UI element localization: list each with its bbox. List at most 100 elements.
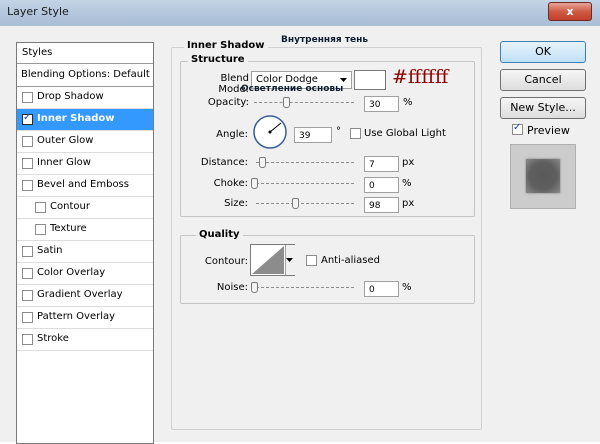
contour-label: Contour: bbox=[204, 256, 248, 267]
opacity-unit: % bbox=[403, 97, 413, 108]
style-item-label: Inner Shadow bbox=[37, 113, 115, 124]
style-item-label: Color Overlay bbox=[37, 267, 106, 278]
style-item-pattern-overlay[interactable]: Pattern Overlay bbox=[17, 307, 153, 329]
noise-unit: % bbox=[402, 282, 412, 293]
styles-list: Styles Blending Options: Default Drop Sh… bbox=[16, 42, 154, 444]
style-preview-thumbnail bbox=[510, 144, 576, 209]
title-bar: Layer Style x bbox=[0, 0, 600, 26]
style-item-outer-glow[interactable]: Outer Glow bbox=[17, 131, 153, 153]
window-title: Layer Style bbox=[7, 5, 69, 18]
size-label: Size: bbox=[224, 198, 248, 209]
size-input[interactable]: 98 bbox=[364, 197, 399, 213]
angle-unit: ° bbox=[336, 126, 341, 137]
style-item-label: Inner Glow bbox=[37, 157, 91, 168]
style-item-texture[interactable]: Texture bbox=[17, 219, 153, 241]
style-item-checkbox[interactable] bbox=[35, 202, 46, 213]
style-item-checkbox[interactable] bbox=[22, 136, 33, 147]
size-unit: px bbox=[402, 198, 415, 209]
distance-unit: px bbox=[402, 157, 415, 168]
styles-header[interactable]: Styles bbox=[17, 43, 153, 64]
contour-picker[interactable] bbox=[250, 244, 295, 276]
opacity-label: Opacity: bbox=[207, 97, 249, 108]
style-item-stroke[interactable]: Stroke bbox=[17, 329, 153, 351]
style-item-checkbox[interactable] bbox=[22, 158, 33, 169]
close-icon: x bbox=[566, 5, 574, 18]
style-item-checkbox[interactable] bbox=[22, 246, 33, 257]
anti-aliased-label: Anti-aliased bbox=[321, 255, 381, 266]
color-hex-annotation: #ffffff bbox=[392, 66, 449, 88]
opacity-slider-track bbox=[254, 102, 354, 103]
style-item-label: Satin bbox=[37, 245, 63, 256]
dropdown-arrow-icon bbox=[340, 78, 347, 82]
ok-button[interactable]: OK bbox=[500, 41, 586, 63]
choke-label: Choke: bbox=[213, 178, 248, 189]
inner-shadow-title: Inner Shadow bbox=[184, 40, 268, 51]
preview-label: Preview bbox=[527, 124, 570, 137]
style-item-label: Texture bbox=[50, 223, 87, 234]
dialog-body: Styles Blending Options: Default Drop Sh… bbox=[6, 26, 595, 444]
styles-header-label: Styles bbox=[22, 47, 53, 58]
anti-aliased-checkbox[interactable] bbox=[306, 255, 317, 266]
style-item-contour[interactable]: Contour bbox=[17, 197, 153, 219]
layer-style-dialog: Layer Style x Styles Blending Options: D… bbox=[0, 0, 600, 444]
style-item-label: Pattern Overlay bbox=[37, 311, 116, 322]
use-global-light-checkbox[interactable] bbox=[350, 128, 361, 139]
preview-checkbox[interactable] bbox=[512, 122, 523, 135]
style-item-bevel-and-emboss[interactable]: Bevel and Emboss bbox=[17, 175, 153, 197]
cancel-button[interactable]: Cancel bbox=[500, 69, 586, 91]
distance-input[interactable]: 7 bbox=[364, 156, 399, 172]
style-item-checkbox[interactable] bbox=[22, 312, 33, 323]
opacity-input[interactable]: 30 bbox=[364, 96, 399, 112]
preview-square bbox=[526, 159, 560, 193]
angle-input[interactable]: 39 bbox=[294, 127, 332, 143]
style-item-checkbox[interactable] bbox=[22, 334, 33, 345]
new-style-button[interactable]: New Style... bbox=[500, 97, 586, 119]
noise-slider-track bbox=[256, 287, 354, 288]
choke-slider-track bbox=[256, 183, 354, 184]
distance-label: Distance: bbox=[200, 157, 248, 168]
style-item-checkbox[interactable] bbox=[22, 290, 33, 301]
style-item-checkbox[interactable] bbox=[35, 224, 46, 235]
close-button[interactable]: x bbox=[548, 2, 592, 21]
noise-slider-thumb[interactable] bbox=[251, 282, 258, 293]
style-item-label: Bevel and Emboss bbox=[37, 179, 129, 190]
shadow-color-swatch[interactable] bbox=[354, 70, 386, 90]
size-slider-thumb[interactable] bbox=[292, 198, 299, 209]
contour-curve-icon bbox=[252, 246, 284, 274]
style-item-drop-shadow[interactable]: Drop Shadow bbox=[17, 87, 153, 109]
style-item-inner-glow[interactable]: Inner Glow bbox=[17, 153, 153, 175]
style-item-color-overlay[interactable]: Color Overlay bbox=[17, 263, 153, 285]
style-item-label: Outer Glow bbox=[37, 135, 94, 146]
angle-label: Angle: bbox=[216, 129, 248, 140]
style-item-inner-shadow[interactable]: Inner Shadow bbox=[17, 109, 153, 131]
style-item-checkbox[interactable] bbox=[22, 268, 33, 279]
angle-dial-icon[interactable] bbox=[252, 114, 288, 150]
structure-title: Structure bbox=[188, 54, 248, 65]
style-item-checkbox[interactable] bbox=[22, 112, 33, 125]
style-item-checkbox[interactable] bbox=[22, 92, 33, 103]
blending-options-label: Blending Options: Default bbox=[21, 69, 150, 80]
blend-mode-russian-label: Осветление основы bbox=[241, 84, 344, 94]
inner-shadow-russian-title: Внутренняя тень bbox=[281, 35, 369, 45]
style-item-label: Stroke bbox=[37, 333, 69, 344]
noise-label: Noise: bbox=[216, 282, 248, 293]
distance-slider-thumb[interactable] bbox=[259, 157, 266, 168]
choke-slider-thumb[interactable] bbox=[251, 178, 258, 189]
style-item-label: Contour bbox=[50, 201, 90, 212]
blending-options-item[interactable]: Blending Options: Default bbox=[17, 64, 153, 87]
style-item-label: Gradient Overlay bbox=[37, 289, 123, 300]
style-item-label: Drop Shadow bbox=[37, 91, 104, 102]
style-item-checkbox[interactable] bbox=[22, 180, 33, 191]
distance-slider-track bbox=[256, 162, 354, 163]
choke-unit: % bbox=[402, 178, 412, 189]
opacity-slider-thumb[interactable] bbox=[283, 97, 290, 108]
contour-dropdown-arrow-icon bbox=[286, 258, 293, 262]
choke-input[interactable]: 0 bbox=[364, 177, 399, 193]
noise-input[interactable]: 0 bbox=[364, 281, 399, 297]
quality-group bbox=[180, 235, 475, 304]
style-item-satin[interactable]: Satin bbox=[17, 241, 153, 263]
style-item-gradient-overlay[interactable]: Gradient Overlay bbox=[17, 285, 153, 307]
size-slider-track bbox=[256, 203, 354, 204]
quality-title: Quality bbox=[196, 229, 243, 240]
use-global-light-label: Use Global Light bbox=[364, 128, 446, 139]
